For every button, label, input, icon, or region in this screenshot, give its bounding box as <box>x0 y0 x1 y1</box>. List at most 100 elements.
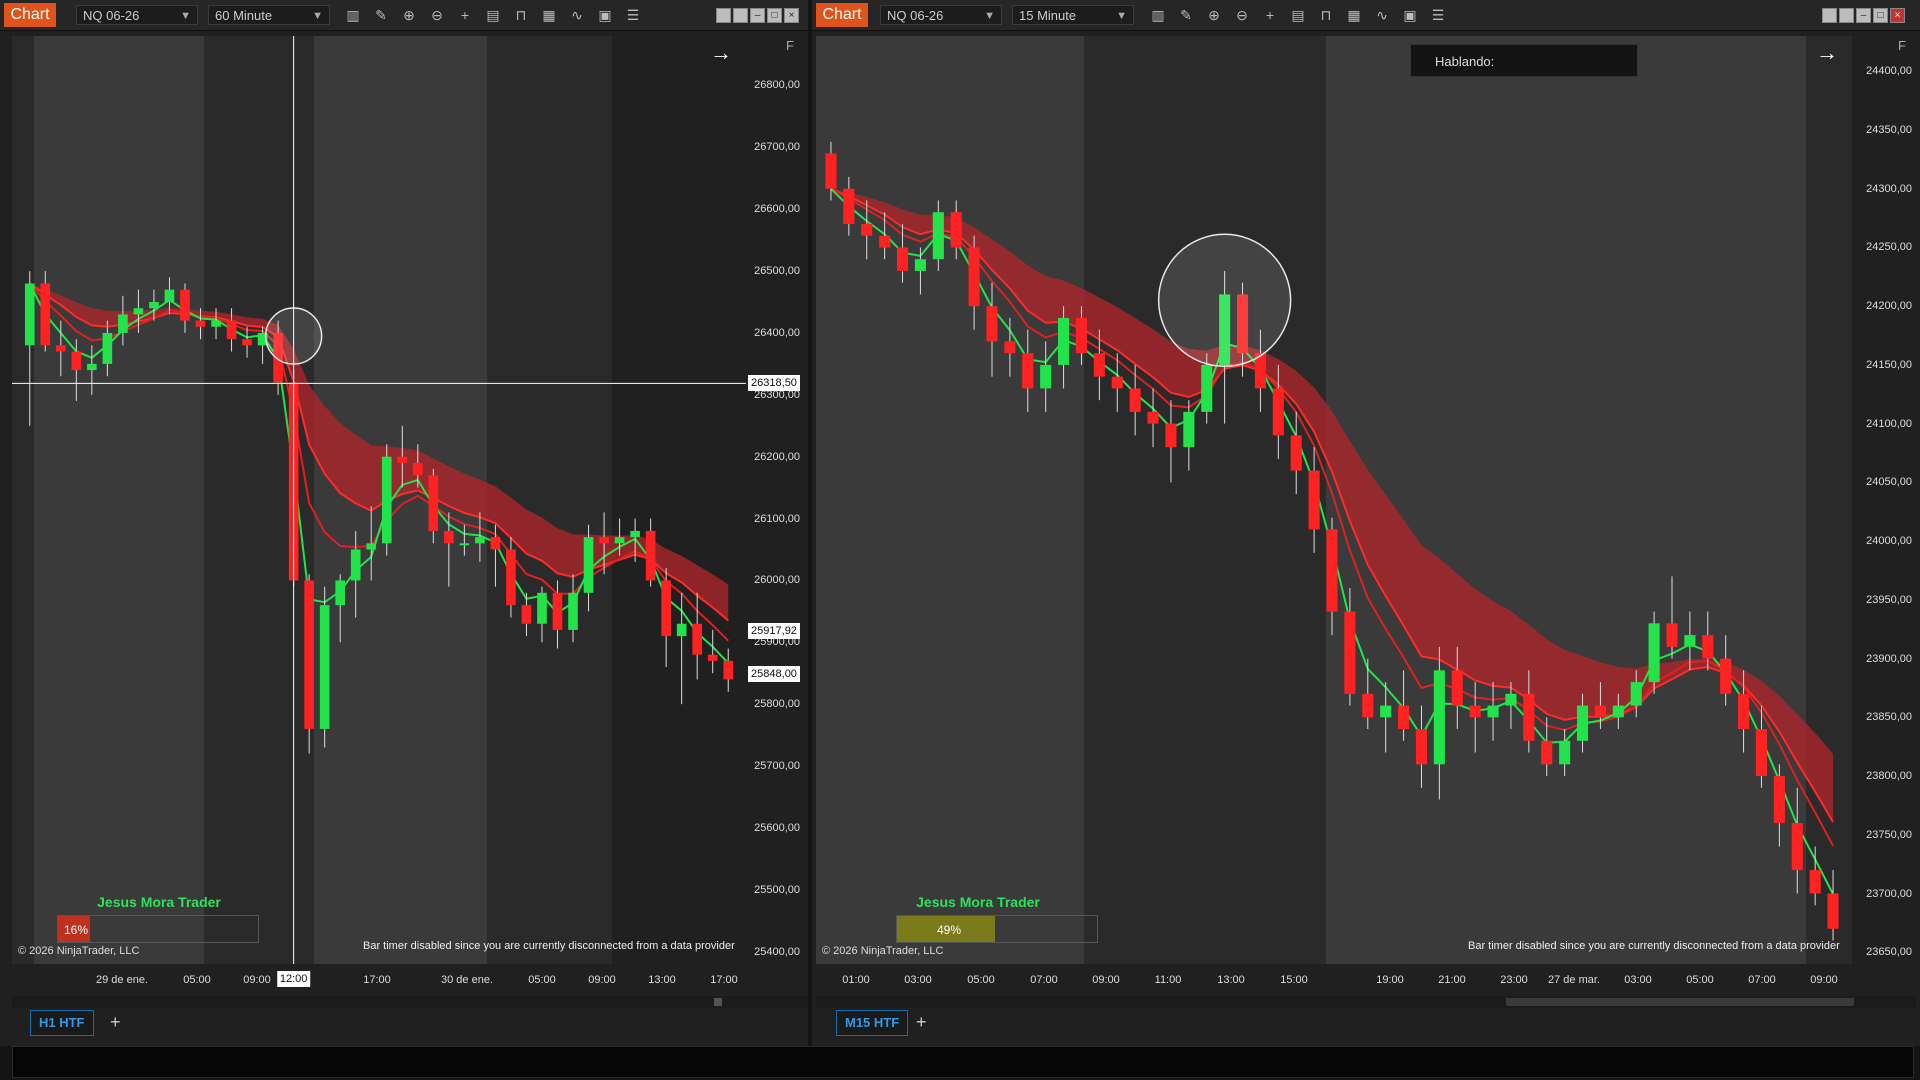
candle-body <box>1433 670 1445 765</box>
data-box-icon[interactable]: ▤ <box>1290 7 1306 23</box>
time-tick-label: 15:00 <box>1280 974 1308 986</box>
price-tick-label: 24150,00 <box>1866 358 1912 371</box>
strategy-icon[interactable]: ▦ <box>541 7 557 23</box>
candle-body <box>1684 635 1696 647</box>
chart-menu-button[interactable]: Chart <box>4 3 56 27</box>
instrument-select[interactable]: NQ 06-26 ▼ <box>76 5 198 25</box>
tab-h1-htf[interactable]: H1 HTF <box>30 1010 94 1036</box>
right-price-axis[interactable]: 24400,00 24350,00 24300,00 24250,00 24200,00… <box>1852 36 1920 964</box>
f-button[interactable]: F <box>1898 38 1906 53</box>
time-tick-label: 05:00 <box>183 974 211 986</box>
zoom-in-icon[interactable]: ⊕ <box>401 7 417 23</box>
crosshair-icon[interactable]: + <box>1262 7 1278 23</box>
pencil-icon[interactable]: ✎ <box>373 7 389 23</box>
left-price-panel[interactable]: → Jesus Mora Trader 16% © 2026 NinjaTrad… <box>12 36 746 964</box>
left-time-axis[interactable]: 29 de ene. 05:00 09:00 17:00 30 de ene. 05:00… <box>12 964 746 994</box>
candle-body <box>1308 470 1320 530</box>
price-tick-label: 26700,00 <box>754 141 800 154</box>
window-layout2-icon[interactable] <box>733 8 748 23</box>
interval-select[interactable]: 60 Minute ▼ <box>208 5 330 25</box>
left-price-axis[interactable]: 26800,00 26700,00 26600,00 26500,00 26400,00… <box>746 36 808 964</box>
list-icon[interactable]: ☰ <box>625 7 641 23</box>
add-tab-button[interactable]: + <box>110 1010 121 1034</box>
template-icon[interactable]: ▣ <box>597 7 613 23</box>
price-tick-label: 25400,00 <box>754 945 800 958</box>
candle-body <box>1362 693 1374 718</box>
right-horizontal-scrollbar[interactable] <box>816 996 1916 1008</box>
template-icon[interactable]: ▣ <box>1402 7 1418 23</box>
window-layout2-icon[interactable] <box>1839 8 1854 23</box>
bar-timer-percent: 49% <box>937 923 962 937</box>
drawing-toolbar: ▥ ✎ ⊕ ⊖ + ▤ ⊓ ▦ ∿ ▣ ☰ <box>1150 7 1446 23</box>
chart-menu-button[interactable]: Chart <box>816 3 868 27</box>
left-horizontal-scrollbar[interactable] <box>12 996 808 1008</box>
price-tick-label: 24250,00 <box>1866 241 1912 254</box>
time-tick-label: 29 de ene. <box>96 974 148 986</box>
window-layout-icon[interactable] <box>716 8 731 23</box>
price-tick-label: 23700,00 <box>1866 887 1912 900</box>
window-layout-icon[interactable] <box>1822 8 1837 23</box>
bar-type-icon[interactable]: ▥ <box>1150 7 1166 23</box>
candle-body <box>133 308 144 315</box>
time-tick-label: 17:00 <box>363 974 391 986</box>
tab-m15-htf[interactable]: M15 HTF <box>836 1010 909 1036</box>
indicator-icon[interactable]: ∿ <box>1374 7 1390 23</box>
price-tick-label: 26600,00 <box>754 203 800 216</box>
candle-body <box>896 247 909 271</box>
price-tick-label: 23850,00 <box>1866 711 1912 724</box>
interval-select[interactable]: 15 Minute ▼ <box>1012 5 1134 25</box>
maximize-icon[interactable]: □ <box>1873 8 1888 23</box>
strategy-icon[interactable]: ▦ <box>1346 7 1362 23</box>
candle-body <box>630 530 640 538</box>
price-tick-label: 24400,00 <box>1866 65 1912 78</box>
candle-body <box>1272 388 1284 436</box>
indicator-icon[interactable]: ∿ <box>569 7 585 23</box>
zoom-in-icon[interactable]: ⊕ <box>1206 7 1222 23</box>
candle-body <box>1022 353 1034 389</box>
scroll-thumb[interactable] <box>1506 998 1854 1006</box>
properties-icon[interactable]: ⊓ <box>513 7 529 23</box>
session-background <box>1806 36 1852 964</box>
session-background <box>1084 36 1326 964</box>
time-tick-label: 21:00 <box>1438 974 1466 986</box>
instrument-select[interactable]: NQ 06-26 ▼ <box>880 5 1002 25</box>
data-box-icon[interactable]: ▤ <box>485 7 501 23</box>
candle-body <box>1111 376 1123 389</box>
candle-body <box>707 654 718 661</box>
minimize-icon[interactable]: – <box>1856 8 1871 23</box>
time-tick-label: 30 de ene. <box>441 974 493 986</box>
right-price-panel[interactable]: → Jesus Mora Trader 49% © 2026 NinjaTrad… <box>816 36 1852 964</box>
right-time-axis[interactable]: 01:00 03:00 05:00 07:00 09:00 11:00 13:00 15:00… <box>816 964 1852 994</box>
bar-type-icon[interactable]: ▥ <box>345 7 361 23</box>
left-chart-window: Chart NQ 06-26 ▼ 60 Minute ▼ ▥ ✎ ⊕ ⊖ + ▤ ⊓… <box>0 0 808 1046</box>
navigate-right-arrow-icon[interactable]: → <box>1816 40 1838 66</box>
candle-body <box>1075 317 1088 354</box>
close-icon[interactable]: × <box>784 8 799 23</box>
scroll-thumb[interactable] <box>714 998 722 1006</box>
candle-body <box>879 235 891 248</box>
candle-body <box>242 339 252 346</box>
pencil-icon[interactable]: ✎ <box>1178 7 1194 23</box>
crosshair-icon[interactable]: + <box>457 7 473 23</box>
list-icon[interactable]: ☰ <box>1430 7 1446 23</box>
price-tick-label: 24350,00 <box>1866 123 1912 136</box>
candle-body <box>932 212 944 260</box>
f-button[interactable]: F <box>786 38 794 53</box>
zoom-out-icon[interactable]: ⊖ <box>429 7 445 23</box>
bar-timer-percent: 16% <box>64 923 89 937</box>
price-tick-label: 24300,00 <box>1866 182 1912 195</box>
candle-body <box>102 332 113 364</box>
zoom-out-icon[interactable]: ⊖ <box>1234 7 1250 23</box>
candle-body <box>1058 317 1070 365</box>
minimize-icon[interactable]: – <box>750 8 765 23</box>
maximize-icon[interactable]: □ <box>767 8 782 23</box>
navigate-right-arrow-icon[interactable]: → <box>710 40 732 66</box>
chevron-down-icon: ▼ <box>984 10 995 22</box>
price-tick-label: 24200,00 <box>1866 300 1912 313</box>
properties-icon[interactable]: ⊓ <box>1318 7 1334 23</box>
close-icon[interactable]: × <box>1890 8 1905 23</box>
candle-body <box>1415 729 1428 765</box>
copyright-text: © 2026 NinjaTrader, LLC <box>822 945 944 957</box>
add-tab-button[interactable]: + <box>916 1010 927 1034</box>
candle-body <box>645 530 656 581</box>
